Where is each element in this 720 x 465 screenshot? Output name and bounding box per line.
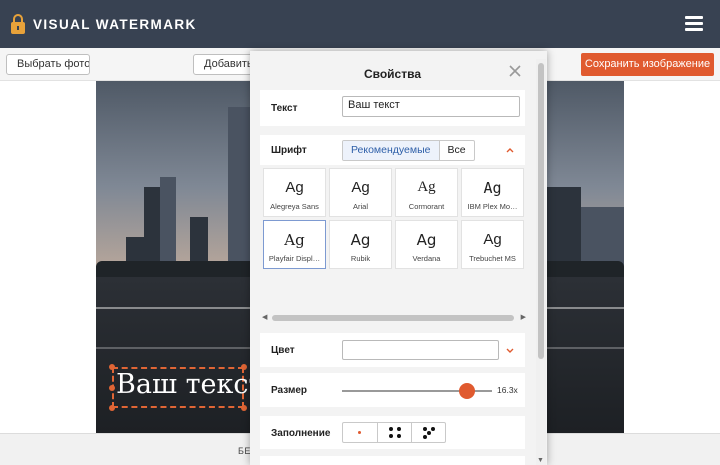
color-section: Цвет xyxy=(260,333,525,367)
scrollbar-thumb[interactable] xyxy=(272,315,514,321)
resize-handle[interactable] xyxy=(109,385,115,391)
fill-label: Заполнение xyxy=(271,428,331,439)
resize-handle[interactable] xyxy=(241,405,247,411)
font-name: IBM Plex Mo… xyxy=(467,202,518,211)
lock-logo-icon xyxy=(11,14,25,34)
font-sample: Ag xyxy=(285,179,304,196)
app-header: VISUAL WATERMARK xyxy=(0,0,720,48)
panel-title: Свойства xyxy=(363,67,422,81)
text-section: Текст Ваш текст xyxy=(260,90,525,126)
dot-icon xyxy=(431,427,435,431)
size-label: Размер xyxy=(271,385,308,396)
scroll-down-icon[interactable]: ▼ xyxy=(537,457,544,464)
dot-icon xyxy=(397,427,401,431)
scroll-right-icon[interactable]: ▶ xyxy=(521,313,526,321)
font-sample: Ag xyxy=(483,231,502,248)
font-name: Alegreya Sans xyxy=(270,202,319,211)
font-name: Rubik xyxy=(350,254,371,263)
font-tile[interactable]: Ag Arial xyxy=(329,168,392,217)
font-name: Arial xyxy=(352,202,368,211)
add-button[interactable]: Добавить xyxy=(193,54,255,75)
dot-icon xyxy=(389,427,393,431)
tab-recommended[interactable]: Рекомендуемые xyxy=(343,141,439,160)
panel-scrollbar[interactable]: ▼ xyxy=(536,59,546,465)
font-tile[interactable]: Ag IBM Plex Mo… xyxy=(461,168,524,217)
resize-handle[interactable] xyxy=(109,405,115,411)
font-sample: Ag xyxy=(350,231,371,249)
text-input[interactable]: Ваш текст xyxy=(342,96,520,117)
next-section xyxy=(260,456,525,465)
font-tile[interactable]: Ag Rubik xyxy=(329,220,392,269)
tab-all[interactable]: Все xyxy=(438,141,474,160)
color-label: Цвет xyxy=(271,345,295,356)
dot-icon xyxy=(423,427,427,431)
size-value: 16.3x xyxy=(497,385,518,395)
color-field[interactable] xyxy=(342,340,499,360)
fill-section: Заполнение xyxy=(260,416,525,449)
close-icon[interactable] xyxy=(508,64,522,78)
text-label: Текст xyxy=(271,103,298,114)
size-slider-knob[interactable] xyxy=(458,383,475,399)
scrollbar-thumb[interactable] xyxy=(538,63,544,359)
font-sample: Ag xyxy=(416,231,437,249)
font-name: Trebuchet MS xyxy=(469,254,516,263)
chevron-down-icon[interactable] xyxy=(505,345,515,355)
font-tile[interactable]: Ag Trebuchet MS xyxy=(461,220,524,269)
fill-mode-selector xyxy=(342,422,446,443)
font-sample: Ag xyxy=(284,231,305,249)
font-filter-tabs: Рекомендуемые Все xyxy=(342,140,475,161)
resize-handle[interactable] xyxy=(109,364,115,370)
chevron-up-icon[interactable] xyxy=(505,145,515,155)
dot-icon xyxy=(423,435,427,439)
font-sample: Ag xyxy=(351,179,370,196)
font-sample: Ag xyxy=(483,179,502,197)
font-name: Verdana xyxy=(412,254,441,263)
building xyxy=(228,107,250,277)
watermark-text[interactable]: Ваш текст xyxy=(116,369,263,400)
font-tile[interactable]: Ag Cormorant xyxy=(395,168,458,217)
hamburger-menu-icon[interactable] xyxy=(685,16,703,31)
app-logo: VISUAL WATERMARK xyxy=(10,13,197,35)
font-tile[interactable]: Ag Verdana xyxy=(395,220,458,269)
font-sample: Ag xyxy=(417,179,436,195)
choose-photo-button[interactable]: Выбрать фото xyxy=(6,54,90,75)
properties-panel: Свойства ▼ Текст Ваш текст Шрифт Рекомен… xyxy=(250,51,547,465)
font-label: Шрифт xyxy=(271,145,307,156)
app-name: VISUAL WATERMARK xyxy=(33,16,197,32)
font-tile-selected[interactable]: Ag Playfair Displ… xyxy=(263,220,326,269)
font-grid-scrollbar[interactable]: ◀ ▶ xyxy=(262,312,526,323)
dot-icon xyxy=(389,434,393,438)
fill-grid-option[interactable] xyxy=(377,423,411,442)
font-section: Шрифт Рекомендуемые Все xyxy=(260,135,525,165)
font-name: Playfair Displ… xyxy=(268,254,321,263)
fill-diagonal-option[interactable] xyxy=(411,423,445,442)
dot-icon xyxy=(397,434,401,438)
single-dot-icon xyxy=(358,431,361,434)
font-name: Cormorant xyxy=(408,202,445,211)
scroll-left-icon[interactable]: ◀ xyxy=(262,313,267,321)
fill-single-option[interactable] xyxy=(343,423,377,442)
size-section: Размер 16.3x xyxy=(260,373,525,407)
dot-icon xyxy=(427,431,431,435)
font-tile[interactable]: Ag Alegreya Sans xyxy=(263,168,326,217)
save-image-button[interactable]: Сохранить изображение xyxy=(581,53,714,76)
